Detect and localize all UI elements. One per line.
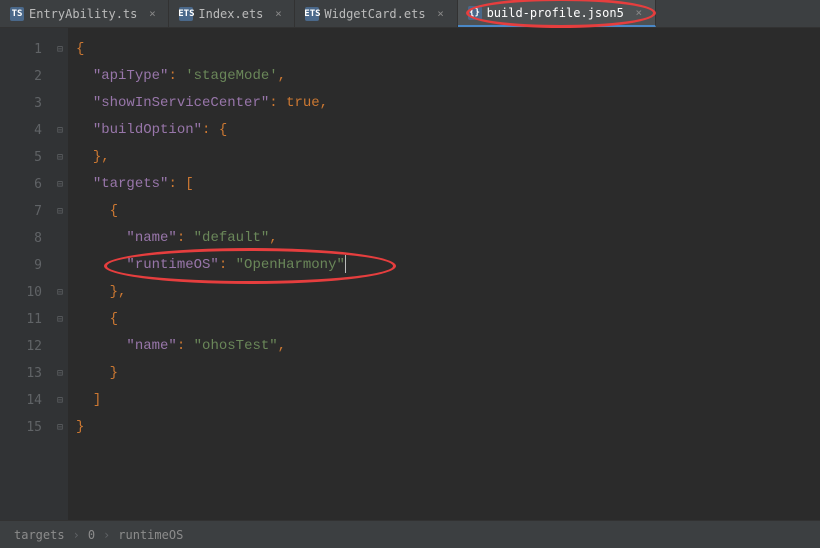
gutter	[0, 28, 10, 520]
editor-area: 1 2 3 4 5 6 7 8 9 10 11 12 13 14 15 ⊟ ⊟ …	[0, 28, 820, 520]
text-caret	[345, 255, 346, 273]
line-number[interactable]: 6	[10, 171, 52, 198]
tab-label: EntryAbility.ts	[29, 7, 137, 21]
ets-file-icon: ETS	[305, 7, 319, 21]
json-file-icon: {}	[468, 6, 482, 20]
line-number[interactable]: 2	[10, 63, 52, 90]
code-line-8: "name": "default",	[76, 225, 820, 252]
breadcrumb-part[interactable]: targets	[14, 528, 65, 542]
code-line-11: {	[76, 306, 820, 333]
tab-label: Index.ets	[198, 7, 263, 21]
code-line-4: "buildOption": {	[76, 117, 820, 144]
code-editor[interactable]: { "apiType": 'stageMode', "showInService…	[68, 28, 820, 520]
line-number[interactable]: 3	[10, 90, 52, 117]
fold-icon[interactable]: ⊟	[52, 117, 68, 144]
line-number[interactable]: 12	[10, 333, 52, 360]
code-line-5: },	[76, 144, 820, 171]
line-number[interactable]: 11	[10, 306, 52, 333]
line-numbers: 1 2 3 4 5 6 7 8 9 10 11 12 13 14 15	[10, 28, 52, 520]
code-line-6: "targets": [	[76, 171, 820, 198]
breadcrumb-part[interactable]: 0	[88, 528, 95, 542]
fold-end-icon[interactable]: ⊟	[52, 360, 68, 387]
code-line-3: "showInServiceCenter": true,	[76, 90, 820, 117]
close-icon[interactable]: ×	[146, 8, 158, 20]
ts-file-icon: TS	[10, 7, 24, 21]
line-number[interactable]: 10	[10, 279, 52, 306]
line-number[interactable]: 13	[10, 360, 52, 387]
fold-end-icon[interactable]: ⊟	[52, 144, 68, 171]
line-number[interactable]: 7	[10, 198, 52, 225]
close-icon[interactable]: ×	[272, 8, 284, 20]
code-line-7: {	[76, 198, 820, 225]
code-line-14: ]	[76, 387, 820, 414]
code-line-9: "runtimeOS": "OpenHarmony"	[76, 252, 820, 279]
fold-icon[interactable]: ⊟	[52, 171, 68, 198]
fold-end-icon[interactable]: ⊟	[52, 279, 68, 306]
line-number[interactable]: 9	[10, 252, 52, 279]
tab-label: WidgetCard.ets	[324, 7, 425, 21]
breadcrumb-part[interactable]: runtimeOS	[118, 528, 183, 542]
fold-column: ⊟ ⊟ ⊟ ⊟ ⊟ ⊟ ⊟ ⊟ ⊟ ⊟	[52, 28, 68, 520]
line-number[interactable]: 15	[10, 414, 52, 441]
tab-label: build-profile.json5	[487, 6, 624, 20]
line-number[interactable]: 1	[10, 36, 52, 63]
tab-index[interactable]: ETS Index.ets ×	[169, 0, 295, 27]
editor-tabs: TS EntryAbility.ts × ETS Index.ets × ETS…	[0, 0, 820, 28]
code-line-1: {	[76, 36, 820, 63]
fold-icon[interactable]: ⊟	[52, 306, 68, 333]
tab-widgetcard[interactable]: ETS WidgetCard.ets ×	[295, 0, 457, 27]
close-icon[interactable]: ×	[435, 8, 447, 20]
ets-file-icon: ETS	[179, 7, 193, 21]
code-line-10: },	[76, 279, 820, 306]
code-line-15: }	[76, 414, 820, 441]
line-number[interactable]: 14	[10, 387, 52, 414]
line-number[interactable]: 4	[10, 117, 52, 144]
fold-end-icon[interactable]: ⊟	[52, 387, 68, 414]
line-number[interactable]: 5	[10, 144, 52, 171]
tab-entryability[interactable]: TS EntryAbility.ts ×	[0, 0, 169, 27]
chevron-right-icon: ›	[103, 528, 110, 542]
code-line-12: "name": "ohosTest",	[76, 333, 820, 360]
line-number[interactable]: 8	[10, 225, 52, 252]
code-line-2: "apiType": 'stageMode',	[76, 63, 820, 90]
breadcrumb: targets › 0 › runtimeOS	[0, 520, 820, 548]
tab-build-profile[interactable]: {} build-profile.json5 ×	[458, 0, 656, 27]
fold-icon[interactable]: ⊟	[52, 36, 68, 63]
chevron-right-icon: ›	[73, 528, 80, 542]
close-icon[interactable]: ×	[633, 7, 645, 19]
fold-end-icon[interactable]: ⊟	[52, 414, 68, 441]
fold-icon[interactable]: ⊟	[52, 198, 68, 225]
code-line-13: }	[76, 360, 820, 387]
